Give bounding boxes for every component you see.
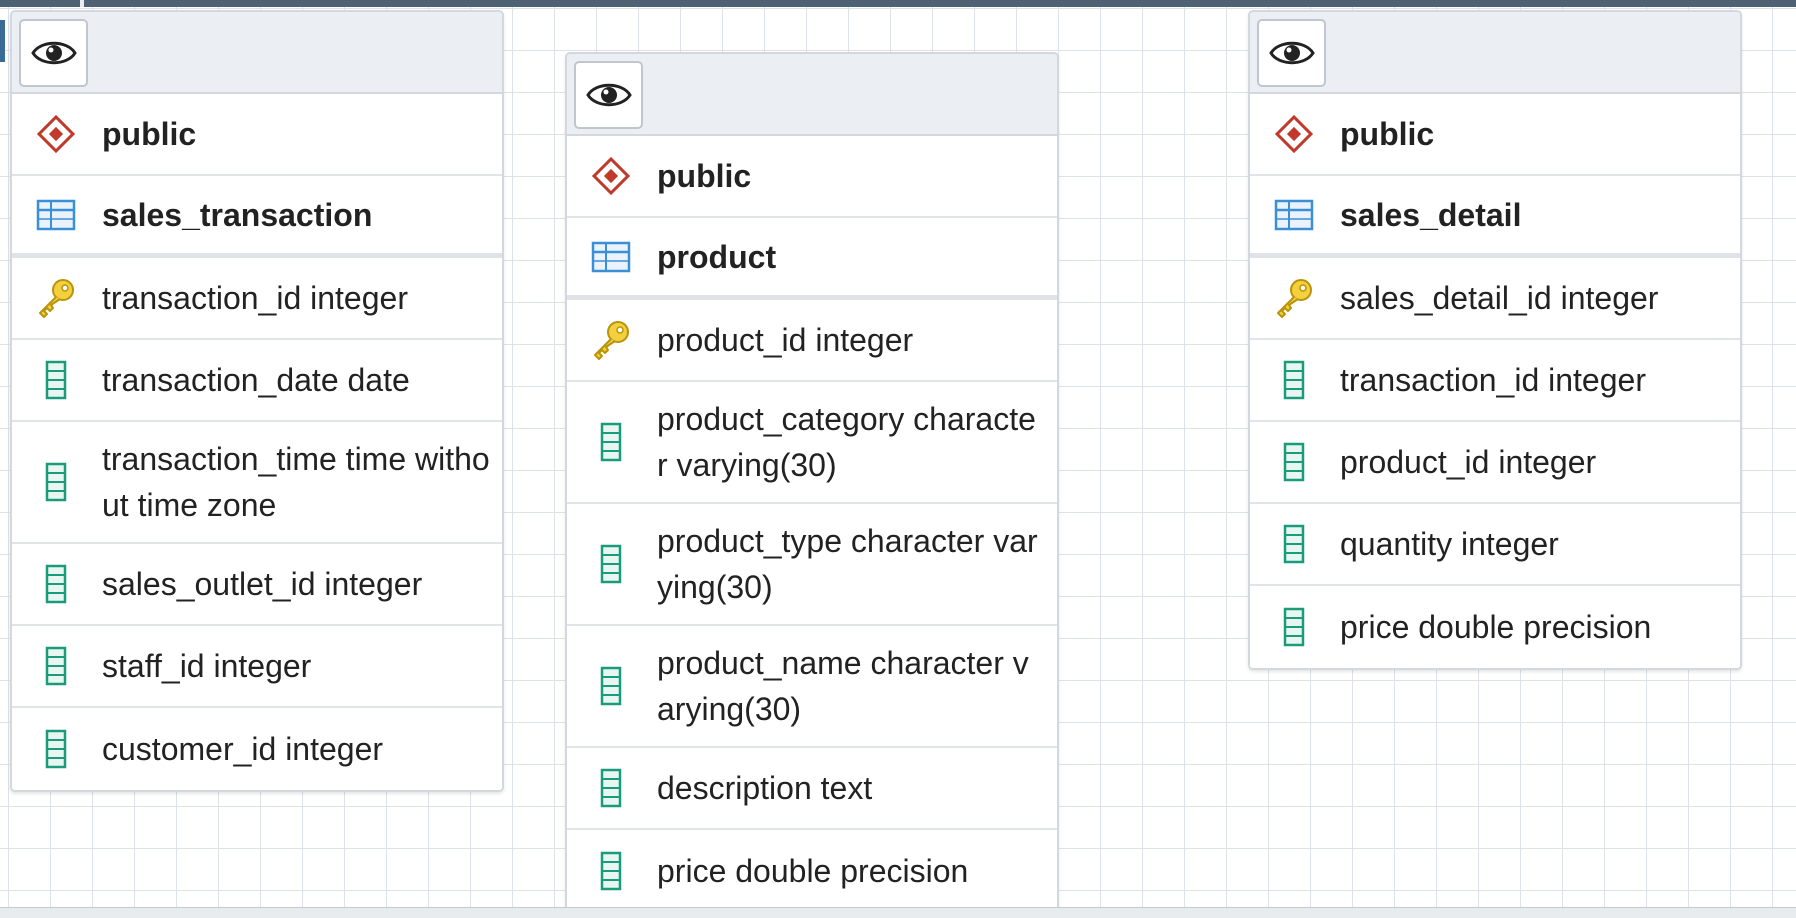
column-row[interactable]: product_type character varying(30) bbox=[567, 504, 1057, 626]
node-header bbox=[12, 12, 502, 94]
erd-table-node[interactable]: public product product_id integer produc… bbox=[565, 52, 1059, 914]
top-toolbar-edge bbox=[0, 0, 1796, 7]
column-row[interactable]: transaction_time time without time zone bbox=[12, 422, 502, 544]
column-label: quantity integer bbox=[1340, 526, 1559, 562]
toggle-details-button[interactable] bbox=[19, 19, 88, 87]
column-label: product_category character varying(30) bbox=[657, 401, 1036, 483]
column-row[interactable]: customer_id integer bbox=[12, 708, 502, 790]
column-row[interactable]: price double precision bbox=[1250, 586, 1740, 668]
column-label: sales_outlet_id integer bbox=[102, 566, 423, 602]
column-icon bbox=[1272, 360, 1316, 400]
column-icon bbox=[589, 851, 633, 891]
column-icon bbox=[1272, 607, 1316, 647]
column-icon bbox=[34, 646, 78, 686]
schema-row: public bbox=[1250, 94, 1740, 176]
bottom-scrollbar[interactable] bbox=[0, 907, 1796, 918]
table-icon bbox=[589, 241, 633, 273]
table-name-row: product bbox=[567, 218, 1057, 300]
column-icon bbox=[589, 768, 633, 808]
table-name: sales_transaction bbox=[102, 196, 373, 233]
canvas-left-marker bbox=[0, 20, 5, 62]
column-row[interactable]: sales_outlet_id integer bbox=[12, 544, 502, 626]
erd-table-node[interactable]: public sales_transaction transaction_id … bbox=[10, 10, 504, 792]
column-row[interactable]: price double precision bbox=[567, 830, 1057, 912]
column-label: transaction_date date bbox=[102, 362, 410, 398]
table-name-row: sales_detail bbox=[1250, 176, 1740, 258]
schema-icon bbox=[1272, 114, 1316, 154]
column-icon bbox=[34, 462, 78, 502]
column-row[interactable]: product_name character varying(30) bbox=[567, 626, 1057, 748]
column-row[interactable]: transaction_id integer bbox=[1250, 340, 1740, 422]
eye-icon bbox=[30, 41, 77, 65]
column-row[interactable]: product_category character varying(30) bbox=[567, 382, 1057, 504]
column-row[interactable]: quantity integer bbox=[1250, 504, 1740, 586]
node-header bbox=[1250, 12, 1740, 94]
column-icon bbox=[589, 422, 633, 462]
schema-name: public bbox=[657, 158, 752, 194]
column-label: price double precision bbox=[1340, 609, 1652, 645]
column-icon bbox=[589, 544, 633, 584]
table-name: sales_detail bbox=[1340, 196, 1522, 233]
toggle-details-button[interactable] bbox=[574, 61, 643, 129]
table-icon bbox=[34, 199, 78, 231]
column-row[interactable]: sales_detail_id integer bbox=[1250, 258, 1740, 340]
key-icon bbox=[34, 277, 78, 319]
schema-row: public bbox=[12, 94, 502, 176]
table-icon bbox=[1272, 199, 1316, 231]
column-row[interactable]: transaction_id integer bbox=[12, 258, 502, 340]
table-name-row: sales_transaction bbox=[12, 176, 502, 258]
column-label: staff_id integer bbox=[102, 648, 312, 684]
table-name: product bbox=[657, 238, 777, 275]
column-icon bbox=[1272, 442, 1316, 482]
column-row[interactable]: staff_id integer bbox=[12, 626, 502, 708]
column-icon bbox=[1272, 524, 1316, 564]
key-icon bbox=[1272, 277, 1316, 319]
column-label: product_name character varying(30) bbox=[657, 645, 1029, 727]
column-label: product_id integer bbox=[1340, 444, 1597, 480]
column-icon bbox=[34, 564, 78, 604]
node-header bbox=[567, 54, 1057, 136]
schema-name: public bbox=[1340, 116, 1435, 152]
column-label: description text bbox=[657, 770, 873, 806]
column-label: customer_id integer bbox=[102, 731, 384, 767]
column-label: price double precision bbox=[657, 853, 969, 889]
column-row[interactable]: product_id integer bbox=[1250, 422, 1740, 504]
column-icon bbox=[34, 729, 78, 769]
column-row[interactable]: description text bbox=[567, 748, 1057, 830]
eye-icon bbox=[585, 83, 632, 107]
column-label: product_type character varying(30) bbox=[657, 523, 1038, 605]
schema-icon bbox=[34, 114, 78, 154]
column-label: sales_detail_id integer bbox=[1340, 280, 1659, 316]
column-label: transaction_time time without time zone bbox=[102, 441, 490, 523]
column-icon bbox=[589, 666, 633, 706]
key-icon bbox=[589, 319, 633, 361]
column-label: product_id integer bbox=[657, 322, 914, 358]
toggle-details-button[interactable] bbox=[1257, 19, 1326, 87]
schema-name: public bbox=[102, 116, 197, 152]
column-label: transaction_id integer bbox=[1340, 362, 1646, 398]
eye-icon bbox=[1268, 41, 1315, 65]
schema-icon bbox=[589, 156, 633, 196]
column-row[interactable]: transaction_date date bbox=[12, 340, 502, 422]
schema-row: public bbox=[567, 136, 1057, 218]
column-icon bbox=[34, 360, 78, 400]
erd-table-node[interactable]: public sales_detail sales_detail_id inte… bbox=[1248, 10, 1742, 670]
column-label: transaction_id integer bbox=[102, 280, 408, 316]
column-row[interactable]: product_id integer bbox=[567, 300, 1057, 382]
